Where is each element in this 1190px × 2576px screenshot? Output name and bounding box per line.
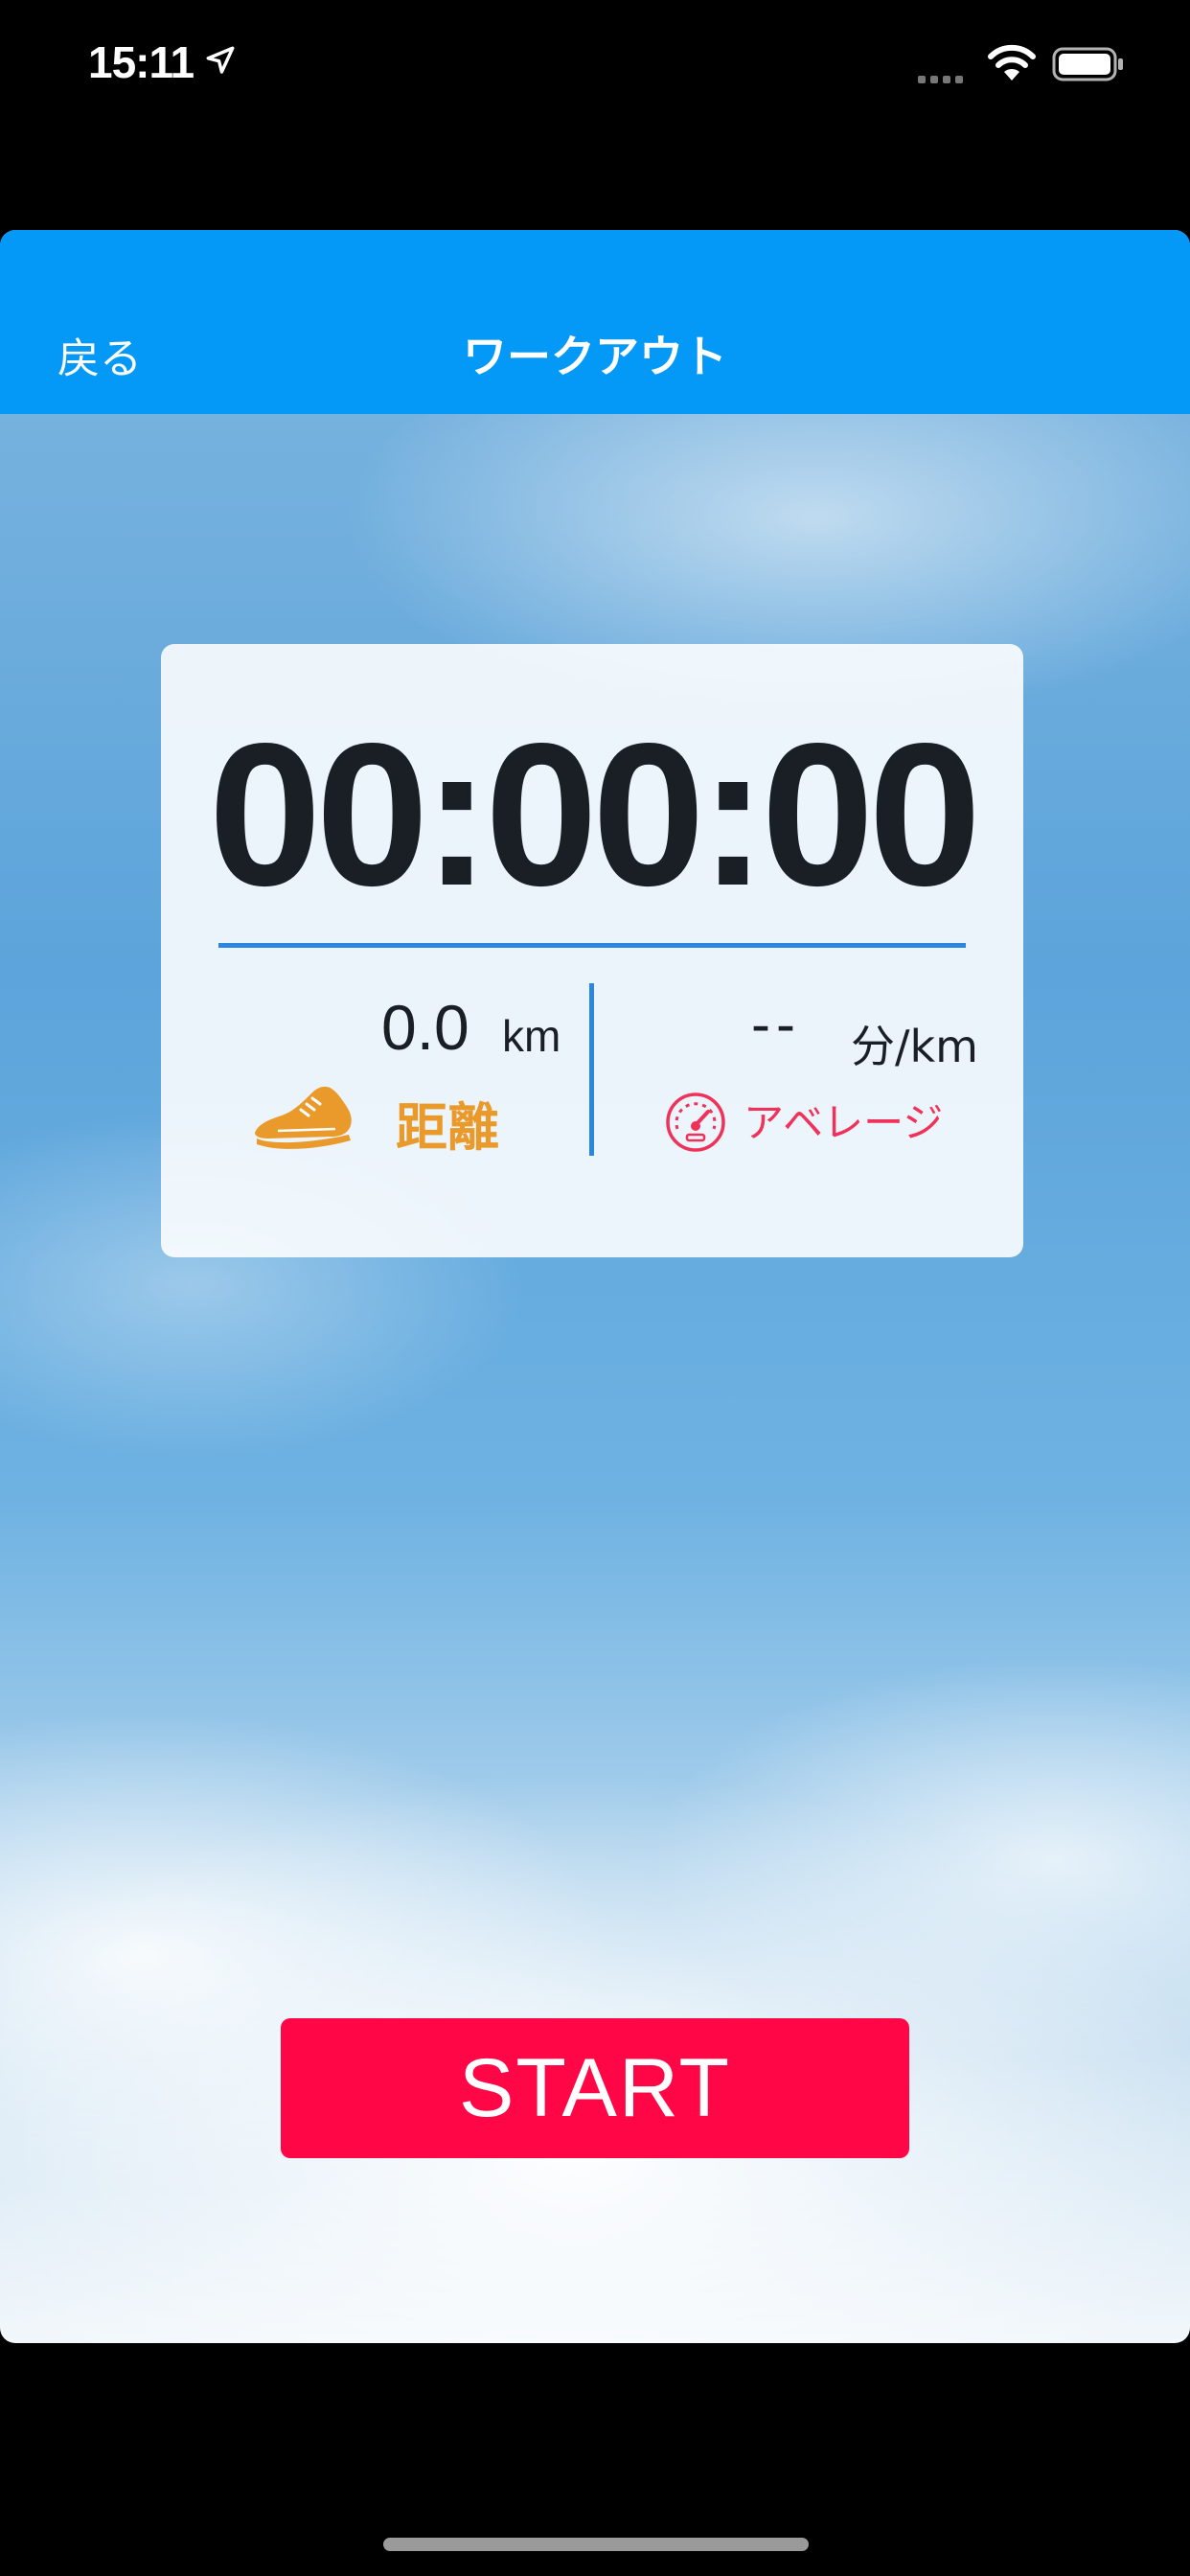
pace-value: -- [751,992,801,1056]
pace-unit: 分/km [851,1021,978,1072]
workout-screen: 15:11 戻る ワークアウト 00:00:00 0.0 km 距離 -- 分/… [0,0,1190,2576]
stats-divider [589,983,594,1156]
page-title: ワークアウト [463,331,727,382]
battery-icon [1052,47,1123,81]
home-indicator[interactable] [383,2538,809,2551]
status-bar: 15:11 [0,0,1190,125]
distance-unit: km [502,1011,561,1061]
timer-divider [218,943,966,948]
status-time: 15:11 [88,37,195,87]
signal-dots-icon [918,71,968,88]
pace-label: アベレージ [744,1099,944,1146]
workout-stats-panel: 00:00:00 0.0 km 距離 -- 分/km アベレージ [161,644,1023,1257]
speedometer-icon [666,1092,725,1152]
distance-label: 距離 [396,1097,499,1158]
running-shoe-icon [255,1086,352,1149]
start-button[interactable]: START [281,2018,909,2158]
location-arrow-icon [206,46,235,74]
elapsed-timer: 00:00:00 [208,701,982,928]
distance-value: 0.0 [381,992,469,1063]
wifi-icon [988,44,1036,80]
navigation-bar: 戻る ワークアウト [0,230,1190,414]
workout-card: 戻る ワークアウト 00:00:00 0.0 km 距離 -- 分/km アベレ… [0,230,1190,2343]
